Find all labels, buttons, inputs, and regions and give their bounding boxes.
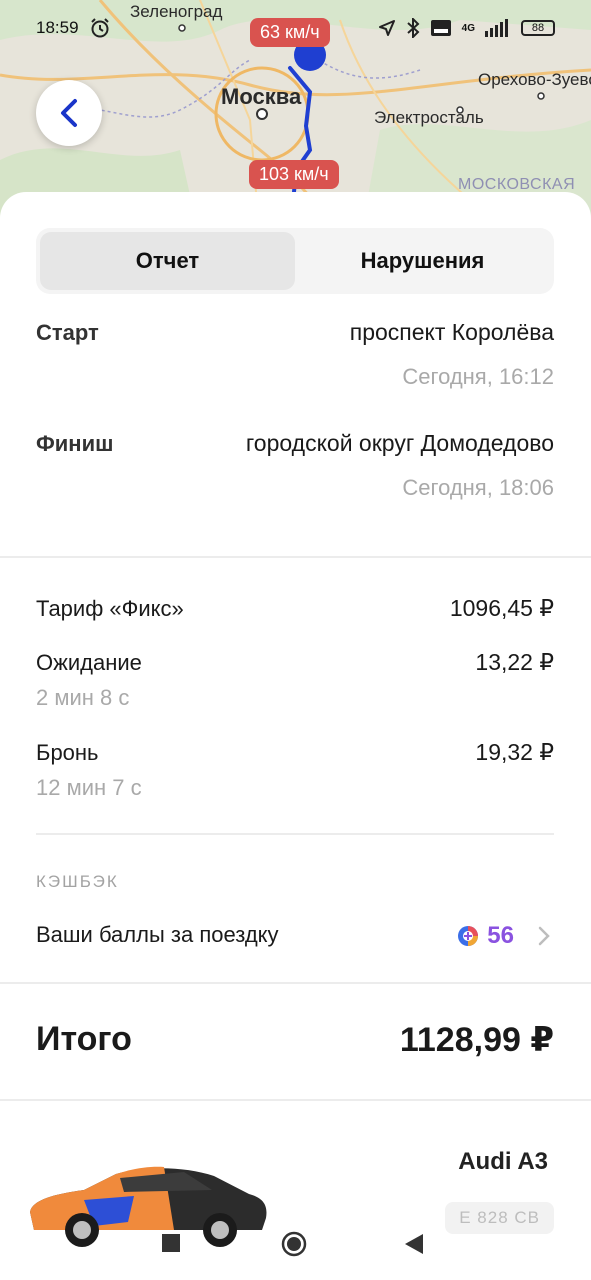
home-icon[interactable] [281,1231,307,1257]
back-nav-icon[interactable] [405,1234,423,1254]
finish-label: Финиш [36,431,114,456]
city-label-orekhovo: Орехово-Зуево [478,70,591,89]
trip-report-sheet: Отчет Нарушения Старт проспект Королёва … [0,192,591,1280]
bluetooth-icon [406,18,420,38]
waiting-label: Ожидание [36,650,142,675]
cashback-caption: КЭШБЭК [36,872,119,891]
alarm-icon [90,18,109,38]
total-label: Итого [36,1020,132,1058]
city-label-moscow: Москва [221,84,302,109]
battery-level: 88 [531,22,545,34]
booking-label: Бронь [36,740,99,765]
chevron-left-icon [61,99,77,127]
system-nav-bar [0,1210,591,1280]
tab-report[interactable]: Отчет [40,232,295,290]
start-time: Сегодня, 16:12 [402,364,554,389]
points-badge: 56 [457,922,554,950]
status-time: 18:59 [36,18,79,37]
chevron-right-icon [538,926,550,946]
start-label: Старт [36,320,99,345]
tariff-label: Тариф «Фикс» [36,596,184,621]
divider [0,982,591,984]
recent-apps-icon[interactable] [162,1234,180,1252]
tab-bar: Отчет Нарушения [36,228,554,294]
tariff-value: 1096,45 ₽ [449,595,554,621]
divider [36,833,554,835]
back-button[interactable] [36,80,102,146]
network-type: 4G [461,22,475,34]
cashback-row[interactable]: Ваши баллы за поездку 56 [0,908,591,968]
speed-badge-bottom[interactable]: 103 км/ч [249,160,339,189]
points-value: 56 [487,922,514,949]
waiting-duration: 2 мин 8 с [36,685,130,710]
total-value: 1128,99 ₽ [399,1021,554,1059]
start-address: проспект Королёва [349,319,554,345]
location-icon [378,20,395,36]
plus-points-icon [458,926,479,946]
waiting-value: 13,22 ₽ [475,649,554,675]
finish-time: Сегодня, 18:06 [402,475,554,500]
volte-icon [430,20,451,36]
divider [0,1099,591,1101]
city-label-elektrostal: Электросталь [374,108,484,127]
booking-value: 19,32 ₽ [475,739,554,765]
booking-duration: 12 мин 7 с [36,775,142,800]
car-model: Audi A3 [458,1148,548,1175]
finish-address: городской округ Домодедово [245,430,554,456]
tab-violations[interactable]: Нарушения [295,232,550,290]
signal-icon [485,19,508,37]
battery-icon: 88 [521,20,555,36]
status-bar: 18:59 4G 88 [0,0,591,56]
divider [0,556,591,558]
cashback-label: Ваши баллы за поездку [36,922,279,947]
